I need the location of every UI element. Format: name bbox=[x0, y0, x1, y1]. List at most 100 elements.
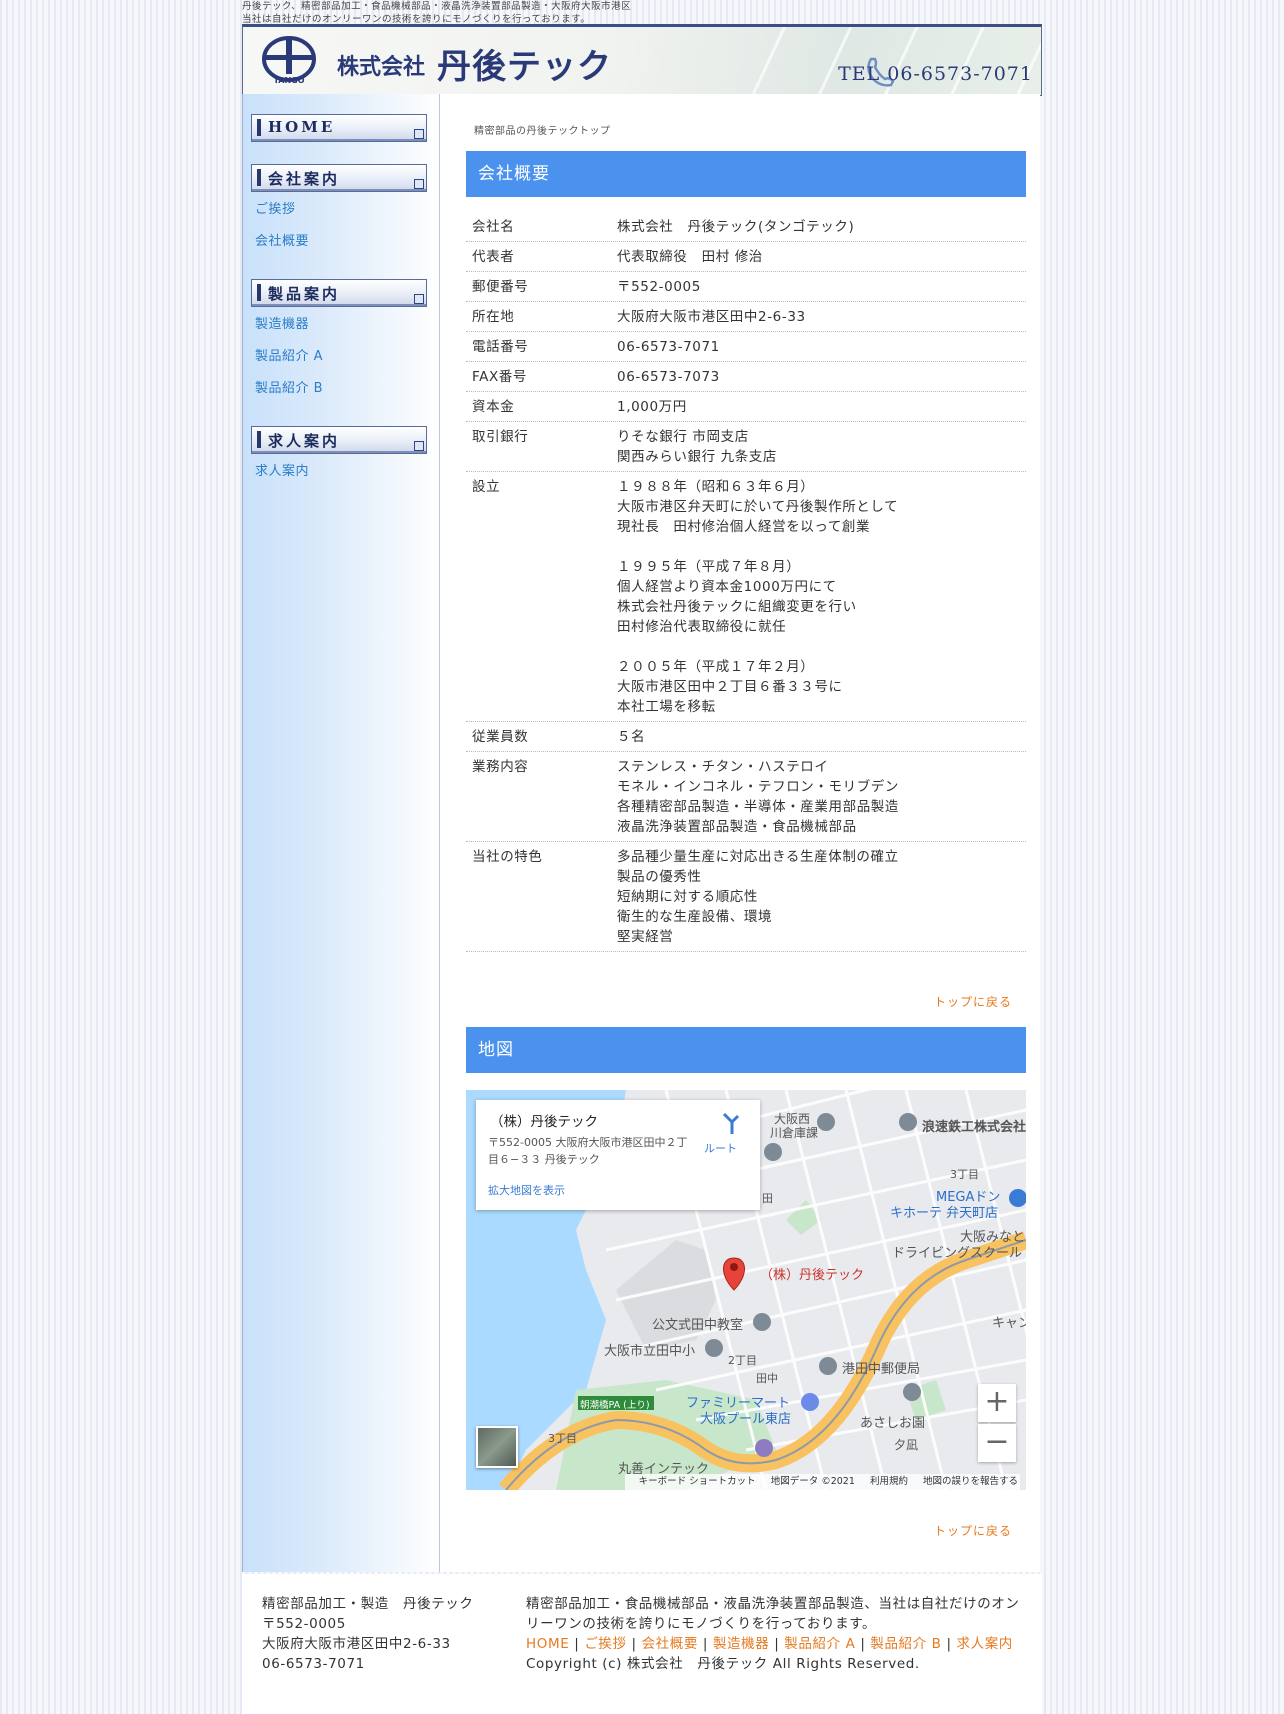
footer-link-greeting[interactable]: ご挨拶 bbox=[584, 1636, 626, 1652]
sidebar-item-recruit[interactable]: 求人案内 bbox=[255, 460, 309, 479]
map-label: 公文式田中教室 bbox=[652, 1318, 744, 1333]
tango-logo-icon[interactable]: TANGO bbox=[261, 35, 317, 85]
sidebar-item-overview[interactable]: 会社概要 bbox=[255, 230, 309, 249]
footer-link-home[interactable]: HOME bbox=[526, 1636, 569, 1652]
sidebar-item-product-a[interactable]: 製品紹介 A bbox=[255, 345, 323, 364]
map-heading: 地図 bbox=[466, 1027, 1026, 1073]
sidebar-item-product-b[interactable]: 製品紹介 B bbox=[255, 377, 323, 396]
sidebar-item-greeting[interactable]: ご挨拶 bbox=[255, 198, 296, 217]
footer-link-product-a[interactable]: 製品紹介 A bbox=[784, 1636, 855, 1652]
company-info-table: 会社名 株式会社 丹後テック(タンゴテック) 代表者 代表取締役 田村 修治 郵便番号 〒… bbox=[466, 212, 1026, 952]
footer-link-recruit[interactable]: 求人案内 bbox=[957, 1636, 1013, 1652]
map-label: 大阪プール東店 bbox=[700, 1412, 792, 1427]
map-footer-data: 地図データ ©2021 bbox=[770, 1476, 855, 1487]
row-value: りそな銀行 市岡支店 関西みらい銀行 九条支店 bbox=[617, 429, 777, 465]
table-row: 当社の特色 多品種少量生産に対応出きる生産体制の確立 製品の優秀性 短納期に対する… bbox=[466, 842, 1026, 952]
row-value: 06-6573-7073 bbox=[617, 369, 720, 385]
site-tagline: 丹後テック、精密部品加工・食品機械部品・液晶洗浄装置部品製造・大阪府大阪市港区 … bbox=[242, 0, 1042, 26]
map-footer-report[interactable]: 地図の誤りを報告する bbox=[923, 1476, 1018, 1487]
map-label: 3丁目 bbox=[548, 1432, 577, 1445]
route-icon[interactable] bbox=[720, 1112, 742, 1136]
logo-text: TANGO bbox=[273, 76, 304, 85]
map-label: 浪速鉄工株式会社 bbox=[922, 1120, 1026, 1135]
footer-address: 大阪府大阪市港区田中2-6-33 bbox=[262, 1636, 451, 1652]
sidebar-home-button[interactable]: HOME bbox=[251, 114, 427, 142]
map-label: 川倉庫課 bbox=[770, 1126, 819, 1140]
site-footer: 精密部品加工・製造 丹後テック 〒552-0005 大阪府大阪市港区田中2-6-… bbox=[242, 1574, 1042, 1714]
row-label: 業務内容 bbox=[472, 759, 529, 775]
sidebar-home-label: HOME bbox=[268, 118, 336, 136]
footer-link-overview[interactable]: 会社概要 bbox=[642, 1636, 698, 1652]
map-label: 大阪市立田中小 bbox=[604, 1344, 696, 1359]
row-label: 電話番号 bbox=[472, 339, 529, 355]
map-footer-shortcuts[interactable]: キーボード ショートカット bbox=[639, 1476, 756, 1487]
map-label: 田 bbox=[762, 1192, 773, 1205]
map-footer: キーボード ショートカット 地図データ ©2021 利用規約 地図の誤りを報告す… bbox=[624, 1474, 1020, 1490]
sidebar-products-heading[interactable]: 製品案内 bbox=[251, 279, 427, 307]
google-map[interactable]: （株）丹後テック 公文式田中教室 大阪市立田中小 2丁目 田中 港田中郵便局 フ… bbox=[466, 1090, 1026, 1490]
table-row: 設立 １９８８年（昭和６３年６月） 大阪市港区弁天町に於いて丹後製作所として 現社… bbox=[466, 472, 1026, 722]
satellite-view-toggle[interactable] bbox=[476, 1426, 518, 1468]
footer-phone: 06-6573-7071 bbox=[262, 1656, 365, 1672]
row-value: ステンレス・チタン・ハステロイ モネル・インコネル・テフロン・モリブデン 各種精… bbox=[617, 759, 899, 835]
table-row: FAX番号 06-6573-7073 bbox=[466, 362, 1026, 392]
overview-heading: 会社概要 bbox=[466, 151, 1026, 197]
map-label: 3丁目 bbox=[950, 1168, 979, 1181]
row-label: 所在地 bbox=[472, 309, 515, 325]
sidebar-recruit-heading[interactable]: 求人案内 bbox=[251, 426, 427, 454]
corner-arrow-icon bbox=[414, 441, 424, 451]
table-row: 所在地 大阪府大阪市港区田中2-6-33 bbox=[466, 302, 1026, 332]
sidebar-item-equipment[interactable]: 製造機器 bbox=[255, 313, 309, 332]
row-value: 株式会社 丹後テック(タンゴテック) bbox=[617, 219, 855, 235]
footer-link-equipment[interactable]: 製造機器 bbox=[713, 1636, 769, 1652]
row-label: FAX番号 bbox=[472, 369, 528, 385]
table-row: 資本金 1,000万円 bbox=[466, 392, 1026, 422]
corner-arrow-icon bbox=[414, 294, 424, 304]
map-pin-label: （株）丹後テック bbox=[760, 1268, 865, 1283]
main-content: 精密部品の丹後テックトップ 会社概要 会社名 株式会社 丹後テック(タンゴテック)… bbox=[440, 94, 1040, 1572]
map-label: 田中 bbox=[756, 1372, 778, 1385]
corner-arrow-icon bbox=[414, 129, 424, 139]
breadcrumb[interactable]: 精密部品の丹後テックトップ bbox=[474, 122, 611, 137]
map-card-address: 〒552-0005 大阪府大阪市港区田中２丁目６−３３ 丹後テック bbox=[488, 1136, 688, 1166]
table-row: 電話番号 06-6573-7071 bbox=[466, 332, 1026, 362]
table-row: 郵便番号 〒552-0005 bbox=[466, 272, 1026, 302]
table-row: 業務内容 ステンレス・チタン・ハステロイ モネル・インコネル・テフロン・モリブデン… bbox=[466, 752, 1026, 842]
company-prefix: 株式会社 bbox=[337, 54, 426, 80]
sidebar-company-heading[interactable]: 会社案内 bbox=[251, 164, 427, 192]
company-title: 丹後テック bbox=[437, 47, 613, 87]
map-label: キホーテ 弁天町店 bbox=[890, 1206, 999, 1221]
map-label: あさしお園 bbox=[860, 1416, 926, 1431]
company-name[interactable]: 株式会社 丹後テック bbox=[337, 39, 612, 88]
map-info-card: （株）丹後テック 〒552-0005 大阪府大阪市港区田中２丁目６−３３ 丹後テ… bbox=[476, 1100, 760, 1210]
map-label: ドライビングスクール bbox=[892, 1246, 1023, 1261]
site-header: TANGO 株式会社 丹後テック TEL 06-6573-7071 bbox=[242, 24, 1042, 96]
row-value: 1,000万円 bbox=[617, 399, 687, 415]
sidebar-products-label: 製品案内 bbox=[268, 285, 341, 303]
map-enlarge-link[interactable]: 拡大地図を表示 bbox=[488, 1182, 565, 1198]
row-value: 06-6573-7071 bbox=[617, 339, 720, 355]
row-value: １９８８年（昭和６３年６月） 大阪市港区弁天町に於いて丹後製作所として 現社長 … bbox=[617, 479, 899, 715]
header-phone-number: TEL 06-6573-7071 bbox=[838, 63, 1033, 85]
row-label: 設立 bbox=[472, 479, 501, 495]
sidebar-recruit-label: 求人案内 bbox=[268, 432, 341, 450]
row-label: 当社の特色 bbox=[472, 849, 543, 865]
table-row: 代表者 代表取締役 田村 修治 bbox=[466, 242, 1026, 272]
map-card-title: （株）丹後テック bbox=[490, 1114, 598, 1130]
back-to-top-link[interactable]: トップに戻る bbox=[934, 1522, 1012, 1539]
map-route-link[interactable]: ルート bbox=[704, 1140, 737, 1156]
map-label: 朝潮橋PA (上り) bbox=[580, 1400, 650, 1411]
map-label: キャン bbox=[992, 1316, 1026, 1331]
row-label: 資本金 bbox=[472, 399, 515, 415]
footer-link-product-b[interactable]: 製品紹介 B bbox=[870, 1636, 941, 1652]
footer-company: 精密部品加工・製造 丹後テック bbox=[262, 1596, 474, 1612]
row-value: 代表取締役 田村 修治 bbox=[617, 249, 763, 265]
corner-arrow-icon bbox=[414, 179, 424, 189]
zoom-in-button[interactable]: + bbox=[978, 1384, 1016, 1422]
map-label: 港田中郵便局 bbox=[842, 1362, 921, 1377]
row-value: 多品種少量生産に対応出きる生産体制の確立 製品の優秀性 短納期に対する順応性 衛… bbox=[617, 849, 899, 945]
map-footer-terms[interactable]: 利用規約 bbox=[870, 1476, 908, 1487]
zoom-out-button[interactable]: − bbox=[978, 1424, 1016, 1462]
back-to-top-link[interactable]: トップに戻る bbox=[934, 993, 1012, 1010]
tagline-line: 丹後テック、精密部品加工・食品機械部品・液晶洗浄装置部品製造・大阪府大阪市港区 bbox=[242, 1, 632, 12]
